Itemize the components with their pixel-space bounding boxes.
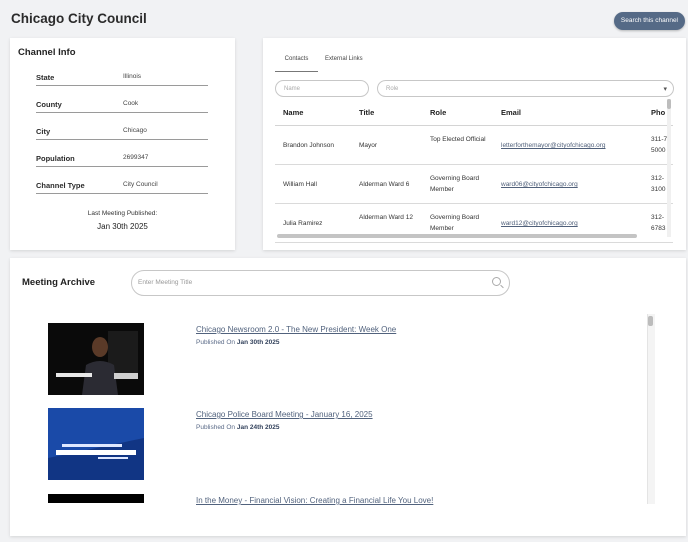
info-row-city: City Chicago [36, 125, 208, 140]
info-row-population: Population 2699347 [36, 152, 208, 167]
role-filter-select[interactable]: Role ▾ [377, 80, 674, 97]
info-value: City Council [123, 181, 158, 188]
cell-title: Mayor [359, 142, 378, 149]
role-select-placeholder: Role [386, 86, 399, 92]
last-meeting-date: Jan 30th 2025 [97, 222, 148, 231]
meeting-published: Published On Jan 24th 2025 [196, 424, 279, 431]
cell-name: William Hall [283, 181, 317, 188]
meeting-published: Published On Jan 30th 2025 [196, 339, 279, 346]
info-label: Channel Type [36, 181, 85, 190]
tab-external-links[interactable]: External Links [325, 56, 363, 62]
chevron-down-icon: ▾ [663, 86, 667, 93]
info-label: County [36, 100, 62, 109]
search-icon[interactable] [492, 277, 501, 286]
police-board-thumbnail-image [48, 408, 144, 480]
cell-role: Governing Board Member [430, 175, 480, 193]
meeting-archive-title: Meeting Archive [22, 277, 96, 288]
meeting-thumbnail[interactable] [48, 494, 144, 503]
info-value: Illinois [123, 73, 142, 80]
meeting-search-input[interactable]: Enter Meeting Title [131, 270, 510, 296]
info-row-state: State Illinois [36, 71, 208, 86]
name-filter-input[interactable]: Name [275, 80, 369, 97]
archive-vertical-scroll-thumb[interactable] [648, 316, 653, 326]
published-prefix: Published On [196, 424, 236, 431]
column-header-name[interactable]: Name [283, 108, 303, 117]
contacts-vertical-scrollbar[interactable] [667, 99, 671, 237]
published-date: Jan 24th 2025 [236, 424, 280, 431]
page-title: Chicago City Council [11, 11, 147, 26]
last-meeting-label: Last Meeting Published: [87, 210, 158, 217]
published-date: Jan 30th 2025 [236, 339, 280, 346]
search-channel-button[interactable]: Search this channel [613, 12, 685, 30]
archive-vertical-scrollbar[interactable] [647, 314, 655, 504]
contacts-card: Contacts External Links Name Role ▾ Name… [263, 38, 686, 250]
table-row: Brandon Johnson Mayor Top Elected Offici… [275, 126, 673, 165]
column-header-title[interactable]: Title [359, 108, 374, 117]
info-value: Cook [123, 100, 139, 107]
column-header-phone[interactable]: Pho [651, 108, 665, 117]
meeting-search-placeholder: Enter Meeting Title [138, 279, 193, 286]
newsroom-thumbnail-image [48, 323, 144, 395]
table-row: William Hall Alderman Ward 6 Governing B… [275, 165, 673, 204]
meeting-title-link[interactable]: Chicago Police Board Meeting - January 1… [196, 410, 373, 419]
published-prefix: Published On [196, 339, 236, 346]
meeting-thumbnail[interactable] [48, 323, 144, 395]
cell-name: Julia Ramirez [283, 220, 323, 227]
meeting-thumbnail[interactable] [48, 408, 144, 480]
cell-title: Alderman Ward 12 [359, 214, 413, 221]
cell-role: Governing Board Member [430, 214, 480, 232]
info-value: Chicago [123, 127, 147, 134]
cell-email-link[interactable]: ward12@cityofchicago.org [501, 218, 578, 229]
info-label: Population [36, 154, 75, 163]
cell-role: Top Elected Official [430, 136, 486, 143]
info-label: State [36, 73, 55, 82]
meeting-title-link[interactable]: In the Money - Financial Vision: Creatin… [196, 496, 433, 505]
channel-info-title: Channel Info [18, 47, 76, 58]
contacts-table-header: Name Title Role Email Pho [275, 100, 673, 126]
cell-email-link[interactable]: ward06@cityofchicago.org [501, 179, 578, 190]
column-header-email[interactable]: Email [501, 108, 521, 117]
info-row-channel-type: Channel Type City Council [36, 179, 208, 194]
cell-title: Alderman Ward 6 [359, 181, 410, 188]
column-header-role[interactable]: Role [430, 108, 446, 117]
cell-name: Brandon Johnson [283, 142, 334, 149]
info-value: 2699347 [123, 154, 149, 161]
meeting-archive-card: Meeting Archive Enter Meeting Title Chic… [10, 258, 686, 536]
info-label: City [36, 127, 51, 136]
info-row-county: County Cook [36, 98, 208, 113]
meeting-title-link[interactable]: Chicago Newsroom 2.0 - The New President… [196, 325, 396, 334]
tab-contacts[interactable]: Contacts [275, 56, 318, 72]
contacts-horizontal-scrollbar[interactable] [277, 234, 637, 238]
cell-email-link[interactable]: letterforthemayor@cityofchicago.org [501, 140, 606, 151]
contacts-vertical-scroll-thumb[interactable] [667, 99, 671, 109]
channel-info-card: Channel Info State Illinois County Cook … [10, 38, 235, 250]
